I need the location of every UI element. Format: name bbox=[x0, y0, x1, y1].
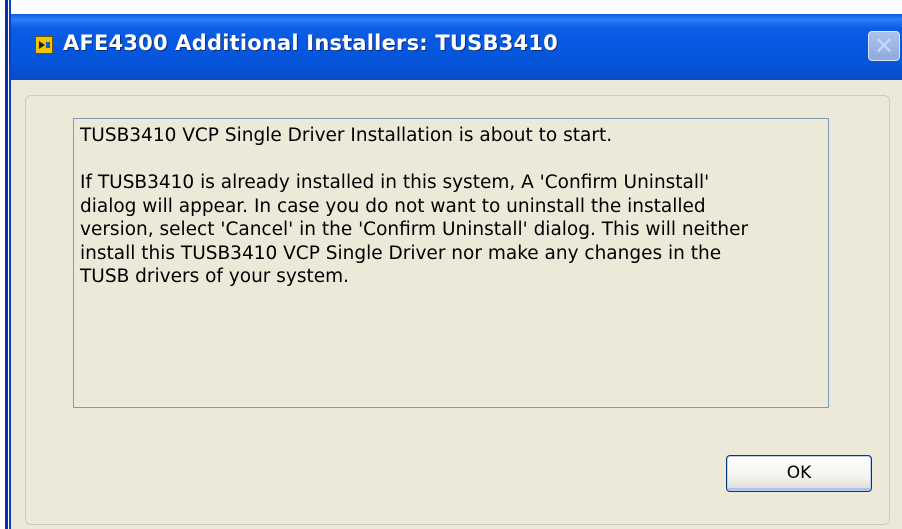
background-window-edge bbox=[0, 0, 9, 529]
message-line-1: TUSB3410 VCP Single Driver Installation … bbox=[80, 125, 613, 146]
message-line-6: TUSB drivers of your system. bbox=[80, 266, 350, 287]
dialog-window: AFE4300 Additional Installers: TUSB3410 … bbox=[9, 0, 902, 529]
titlebar-top-area bbox=[11, 0, 902, 14]
message-line-3: dialog will appear. In case you do not w… bbox=[80, 195, 706, 217]
close-button[interactable]: ✕ bbox=[868, 31, 900, 61]
message-line-4: version, select 'Cancel' in the 'Confirm… bbox=[80, 219, 749, 240]
message-line-5: install this TUSB3410 VCP Single Driver … bbox=[80, 242, 722, 264]
close-icon: ✕ bbox=[873, 32, 895, 60]
app-icon bbox=[35, 36, 53, 54]
ok-button[interactable]: OK bbox=[726, 455, 872, 492]
message-line-2: If TUSB3410 is already installed in this… bbox=[80, 172, 710, 193]
window-title: AFE4300 Additional Installers: TUSB3410 bbox=[63, 31, 558, 55]
message-textbox: TUSB3410 VCP Single Driver Installation … bbox=[73, 118, 829, 408]
background-window-border bbox=[5, 0, 8, 529]
